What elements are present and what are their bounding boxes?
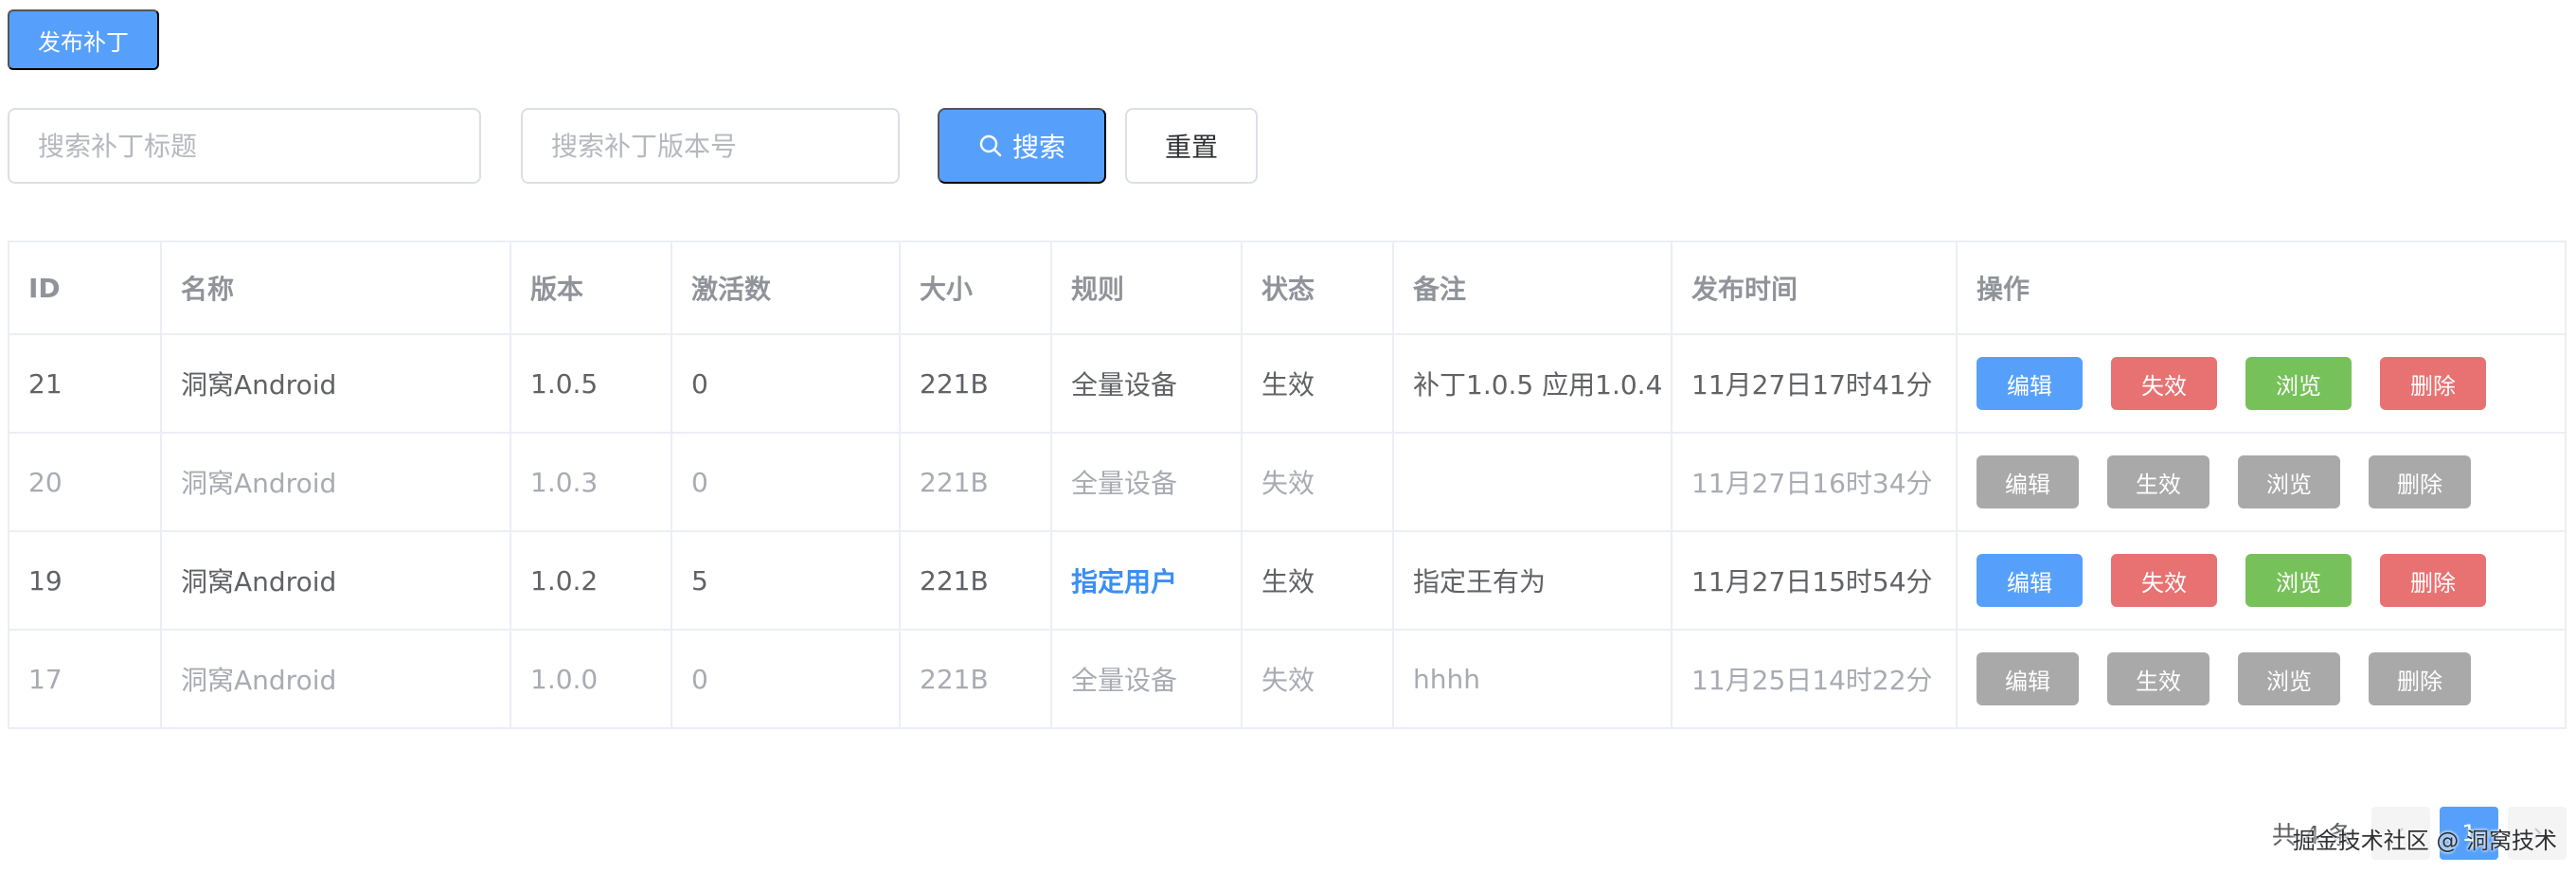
cell-name: 洞窝Android — [160, 333, 511, 434]
cell-status: 生效 — [1241, 530, 1394, 631]
cell-time: 11月25日14时22分 — [1671, 629, 1958, 729]
cell-size: 221B — [899, 432, 1052, 532]
cell-actions: 编辑 生效 浏览 删除 — [1956, 432, 2567, 532]
watermark: 掘金技术社区 @ 洞窝技术 — [2292, 828, 2557, 854]
header-time: 发布时间 — [1671, 241, 1958, 335]
cell-id: 20 — [8, 432, 162, 532]
cell-id: 19 — [8, 530, 162, 631]
header-status: 状态 — [1241, 241, 1394, 335]
cell-version: 1.0.0 — [510, 629, 672, 729]
cell-name: 洞窝Android — [160, 530, 511, 631]
cell-version: 1.0.2 — [510, 530, 672, 631]
delete-button[interactable]: 删除 — [2369, 455, 2471, 508]
cell-note — [1392, 432, 1673, 532]
search-button-label: 搜索 — [1011, 133, 1065, 162]
browse-button[interactable]: 浏览 — [2238, 652, 2340, 705]
cell-status: 失效 — [1241, 629, 1394, 729]
search-version-input[interactable] — [521, 108, 900, 184]
deactivate-button[interactable]: 失效 — [2111, 357, 2217, 410]
cell-name: 洞窝Android — [160, 629, 511, 729]
search-icon — [979, 134, 1002, 157]
deactivate-button[interactable]: 失效 — [2111, 554, 2217, 607]
cell-version: 1.0.3 — [510, 432, 672, 532]
cell-activations: 0 — [671, 432, 901, 532]
edit-button[interactable]: 编辑 — [1977, 357, 2083, 410]
table-header-row: ID 名称 版本 激活数 大小 规则 状态 备注 发布时间 操作 — [8, 241, 2567, 335]
cell-note: 指定王有为 — [1392, 530, 1673, 631]
edit-button[interactable]: 编辑 — [1977, 455, 2079, 508]
table-row: 17 洞窝Android 1.0.0 0 221B 全量设备 失效 hhhh 1… — [8, 629, 2567, 729]
table-row: 19 洞窝Android 1.0.2 5 221B 指定用户 生效 指定王有为 … — [8, 530, 2567, 631]
header-id: ID — [8, 241, 162, 335]
cell-note: 补丁1.0.5 应用1.0.4 — [1392, 333, 1673, 434]
header-activations: 激活数 — [671, 241, 901, 335]
browse-button[interactable]: 浏览 — [2245, 554, 2352, 607]
cell-time: 11月27日15时54分 — [1671, 530, 1958, 631]
cell-version: 1.0.5 — [510, 333, 672, 434]
cell-activations: 0 — [671, 333, 901, 434]
cell-id: 21 — [8, 333, 162, 434]
header-version: 版本 — [510, 241, 672, 335]
cell-size: 221B — [899, 333, 1052, 434]
header-rule: 规则 — [1050, 241, 1243, 335]
cell-note: hhhh — [1392, 629, 1673, 729]
cell-activations: 0 — [671, 629, 901, 729]
delete-button[interactable]: 删除 — [2380, 357, 2486, 410]
activate-button[interactable]: 生效 — [2107, 652, 2209, 705]
table-row: 20 洞窝Android 1.0.3 0 221B 全量设备 失效 11月27日… — [8, 432, 2567, 532]
delete-button[interactable]: 删除 — [2380, 554, 2486, 607]
cell-rule: 全量设备 — [1050, 333, 1243, 434]
publish-patch-button[interactable]: 发布补丁 — [8, 9, 159, 70]
cell-size: 221B — [899, 629, 1052, 729]
header-size: 大小 — [899, 241, 1052, 335]
header-note: 备注 — [1392, 241, 1673, 335]
cell-rule-link[interactable]: 指定用户 — [1050, 530, 1243, 631]
cell-actions: 编辑 失效 浏览 删除 — [1956, 530, 2567, 631]
header-actions: 操作 — [1956, 241, 2567, 335]
edit-button[interactable]: 编辑 — [1977, 554, 2083, 607]
cell-actions: 编辑 生效 浏览 删除 — [1956, 629, 2567, 729]
cell-time: 11月27日16时34分 — [1671, 432, 1958, 532]
cell-actions: 编辑 失效 浏览 删除 — [1956, 333, 2567, 434]
cell-name: 洞窝Android — [160, 432, 511, 532]
header-name: 名称 — [160, 241, 511, 335]
cell-size: 221B — [899, 530, 1052, 631]
cell-status: 生效 — [1241, 333, 1394, 434]
search-title-input[interactable] — [8, 108, 481, 184]
edit-button[interactable]: 编辑 — [1977, 652, 2079, 705]
search-button[interactable]: 搜索 — [938, 108, 1106, 184]
cell-status: 失效 — [1241, 432, 1394, 532]
table-row: 21 洞窝Android 1.0.5 0 221B 全量设备 生效 补丁1.0.… — [8, 333, 2567, 434]
cell-time: 11月27日17时41分 — [1671, 333, 1958, 434]
cell-activations: 5 — [671, 530, 901, 631]
cell-id: 17 — [8, 629, 162, 729]
browse-button[interactable]: 浏览 — [2238, 455, 2340, 508]
delete-button[interactable]: 删除 — [2369, 652, 2471, 705]
patch-table: ID 名称 版本 激活数 大小 规则 状态 备注 发布时间 操作 21 洞窝An… — [8, 241, 2567, 729]
cell-rule: 全量设备 — [1050, 432, 1243, 532]
activate-button[interactable]: 生效 — [2107, 455, 2209, 508]
browse-button[interactable]: 浏览 — [2245, 357, 2352, 410]
cell-rule: 全量设备 — [1050, 629, 1243, 729]
reset-button[interactable]: 重置 — [1125, 108, 1258, 184]
